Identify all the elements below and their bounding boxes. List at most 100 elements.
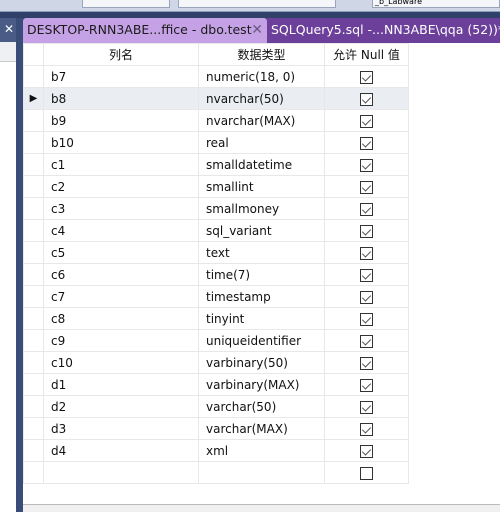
tab-table-designer[interactable]: DESKTOP-RNN3ABE...ffice - dbo.test ✕ bbox=[23, 18, 267, 43]
allow-null-checkbox[interactable] bbox=[360, 466, 373, 480]
table-row[interactable]: d4 xml bbox=[23, 439, 409, 462]
allow-null-checkbox[interactable] bbox=[360, 268, 373, 282]
allow-null-checkbox[interactable] bbox=[360, 334, 373, 348]
column-name-cell[interactable]: b8 bbox=[43, 87, 199, 110]
allow-null-checkbox[interactable] bbox=[360, 246, 373, 260]
allow-null-checkbox[interactable] bbox=[360, 422, 373, 436]
row-selector[interactable] bbox=[23, 373, 44, 396]
row-selector[interactable] bbox=[23, 153, 44, 176]
column-name-cell[interactable]: c9 bbox=[43, 329, 199, 352]
row-selector[interactable] bbox=[23, 241, 44, 264]
row-selector[interactable] bbox=[23, 65, 44, 88]
table-row[interactable]: d2 varchar(50) bbox=[23, 395, 409, 418]
panel-splitter[interactable] bbox=[16, 18, 23, 512]
data-type-cell[interactable]: real bbox=[198, 131, 325, 154]
row-selector[interactable] bbox=[23, 285, 44, 308]
table-row[interactable]: c7 timestamp bbox=[23, 285, 409, 308]
column-name-cell[interactable] bbox=[43, 461, 199, 484]
row-selector[interactable] bbox=[23, 395, 44, 418]
column-name-cell[interactable]: d3 bbox=[43, 417, 199, 440]
allow-null-checkbox[interactable] bbox=[360, 378, 373, 392]
allow-null-checkbox[interactable] bbox=[360, 114, 373, 128]
allow-null-checkbox[interactable] bbox=[360, 136, 373, 150]
table-row[interactable]: c1 smalldatetime bbox=[23, 153, 409, 176]
table-row[interactable]: b9 nvarchar(MAX) bbox=[23, 109, 409, 132]
data-type-cell[interactable]: nvarchar(MAX) bbox=[198, 109, 325, 132]
row-selector[interactable] bbox=[23, 263, 44, 286]
table-row[interactable] bbox=[23, 461, 409, 484]
table-row[interactable]: c9 uniqueidentifier bbox=[23, 329, 409, 352]
row-selector[interactable] bbox=[23, 197, 44, 220]
column-name-cell[interactable]: d1 bbox=[43, 373, 199, 396]
allow-null-checkbox[interactable] bbox=[360, 92, 373, 106]
row-selector[interactable] bbox=[23, 461, 44, 484]
column-name-cell[interactable]: c4 bbox=[43, 219, 199, 242]
data-type-cell[interactable]: sql_variant bbox=[198, 219, 325, 242]
table-row[interactable]: c6 time(7) bbox=[23, 263, 409, 286]
column-name-cell[interactable]: c7 bbox=[43, 285, 199, 308]
column-name-cell[interactable]: b10 bbox=[43, 131, 199, 154]
column-name-cell[interactable]: d4 bbox=[43, 439, 199, 462]
column-name-cell[interactable]: c6 bbox=[43, 263, 199, 286]
data-type-cell[interactable]: tinyint bbox=[198, 307, 325, 330]
data-type-cell[interactable] bbox=[198, 461, 325, 484]
table-row[interactable]: c10 varbinary(50) bbox=[23, 351, 409, 374]
data-type-cell[interactable]: varbinary(MAX) bbox=[198, 373, 325, 396]
row-selector[interactable] bbox=[23, 439, 44, 462]
table-row[interactable]: b7 numeric(18, 0) bbox=[23, 65, 409, 88]
column-name-cell[interactable]: b7 bbox=[43, 65, 199, 88]
data-type-cell[interactable]: smallint bbox=[198, 175, 325, 198]
horizontal-scrollbar[interactable] bbox=[23, 504, 500, 512]
row-selector[interactable] bbox=[23, 307, 44, 330]
row-selector[interactable] bbox=[23, 175, 44, 198]
allow-null-checkbox[interactable] bbox=[360, 290, 373, 304]
allow-null-checkbox[interactable] bbox=[360, 202, 373, 216]
row-selector[interactable] bbox=[23, 109, 44, 132]
toolbar-combo[interactable] bbox=[82, 0, 170, 8]
data-type-cell[interactable]: text bbox=[198, 241, 325, 264]
allow-null-checkbox[interactable] bbox=[360, 444, 373, 458]
data-type-cell[interactable]: smalldatetime bbox=[198, 153, 325, 176]
data-type-cell[interactable]: nvarchar(50) bbox=[198, 87, 325, 110]
row-selector[interactable] bbox=[23, 417, 44, 440]
column-name-cell[interactable]: c1 bbox=[43, 153, 199, 176]
column-name-cell[interactable]: c10 bbox=[43, 351, 199, 374]
allow-null-checkbox[interactable] bbox=[360, 180, 373, 194]
table-row[interactable]: d1 varbinary(MAX) bbox=[23, 373, 409, 396]
data-type-cell[interactable]: varbinary(50) bbox=[198, 351, 325, 374]
column-name-cell[interactable]: c5 bbox=[43, 241, 199, 264]
toolbar-combo[interactable] bbox=[178, 0, 336, 8]
row-selector[interactable] bbox=[23, 131, 44, 154]
allow-null-checkbox[interactable] bbox=[360, 356, 373, 370]
data-type-cell[interactable]: time(7) bbox=[198, 263, 325, 286]
data-type-cell[interactable]: xml bbox=[198, 439, 325, 462]
column-name-cell[interactable]: c3 bbox=[43, 197, 199, 220]
data-type-cell[interactable]: varchar(50) bbox=[198, 395, 325, 418]
data-type-cell[interactable]: uniqueidentifier bbox=[198, 329, 325, 352]
data-type-cell[interactable]: timestamp bbox=[198, 285, 325, 308]
table-row[interactable]: b10 real bbox=[23, 131, 409, 154]
allow-null-checkbox[interactable] bbox=[360, 312, 373, 326]
data-type-cell[interactable]: smallmoney bbox=[198, 197, 325, 220]
allow-null-checkbox[interactable] bbox=[360, 224, 373, 238]
data-type-cell[interactable]: varchar(MAX) bbox=[198, 417, 325, 440]
row-selector[interactable] bbox=[23, 219, 44, 242]
table-row[interactable]: c3 smallmoney bbox=[23, 197, 409, 220]
allow-null-checkbox[interactable] bbox=[360, 158, 373, 172]
data-type-cell[interactable]: numeric(18, 0) bbox=[198, 65, 325, 88]
row-selector[interactable] bbox=[23, 329, 44, 352]
table-row[interactable]: c4 sql_variant bbox=[23, 219, 409, 242]
table-row[interactable]: d3 varchar(MAX) bbox=[23, 417, 409, 440]
row-selector[interactable]: ▶ bbox=[23, 87, 44, 110]
close-icon[interactable]: ✕ bbox=[4, 22, 14, 36]
table-row[interactable]: ▶ b8 nvarchar(50) bbox=[23, 87, 409, 110]
column-name-cell[interactable]: b9 bbox=[43, 109, 199, 132]
database-select[interactable]: _b_Labware bbox=[372, 0, 500, 8]
allow-null-checkbox[interactable] bbox=[360, 70, 373, 84]
table-row[interactable]: c8 tinyint bbox=[23, 307, 409, 330]
column-name-cell[interactable]: d2 bbox=[43, 395, 199, 418]
table-row[interactable]: c2 smallint bbox=[23, 175, 409, 198]
row-selector[interactable] bbox=[23, 351, 44, 374]
tab-sqlquery5[interactable]: SQLQuery5.sql -...NN3ABE\qqa (52))* bbox=[267, 18, 500, 43]
column-name-cell[interactable]: c8 bbox=[43, 307, 199, 330]
